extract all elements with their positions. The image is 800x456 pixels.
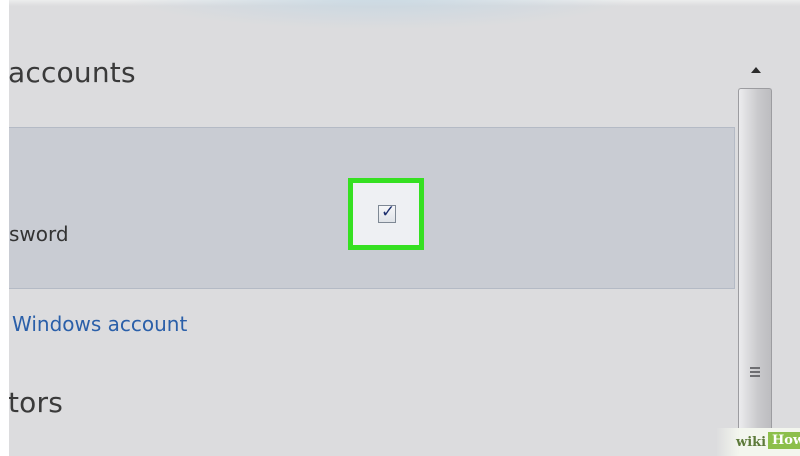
password-checkbox[interactable]: ✓ — [378, 202, 396, 223]
background-glow — [120, 0, 640, 30]
settings-window: accounts sword ✓ Windows account tors wi… — [0, 0, 800, 456]
watermark-wiki-text: wiki — [736, 435, 767, 450]
left-border — [0, 0, 9, 456]
checkmark-icon: ✓ — [381, 202, 396, 222]
section-title-tors: tors — [8, 386, 64, 419]
scroll-up-button[interactable] — [748, 64, 764, 78]
triangle-up-icon — [751, 67, 761, 73]
highlight-box: ✓ — [348, 178, 424, 250]
wikihow-watermark: wiki How — [716, 428, 800, 456]
scrollbar-thumb[interactable] — [738, 88, 772, 456]
watermark-how-text: How — [768, 432, 800, 449]
windows-account-link[interactable]: Windows account — [12, 312, 187, 336]
section-title-accounts: accounts — [8, 56, 136, 89]
setting-row-label: sword — [9, 222, 69, 246]
grip-icon — [750, 367, 760, 379]
